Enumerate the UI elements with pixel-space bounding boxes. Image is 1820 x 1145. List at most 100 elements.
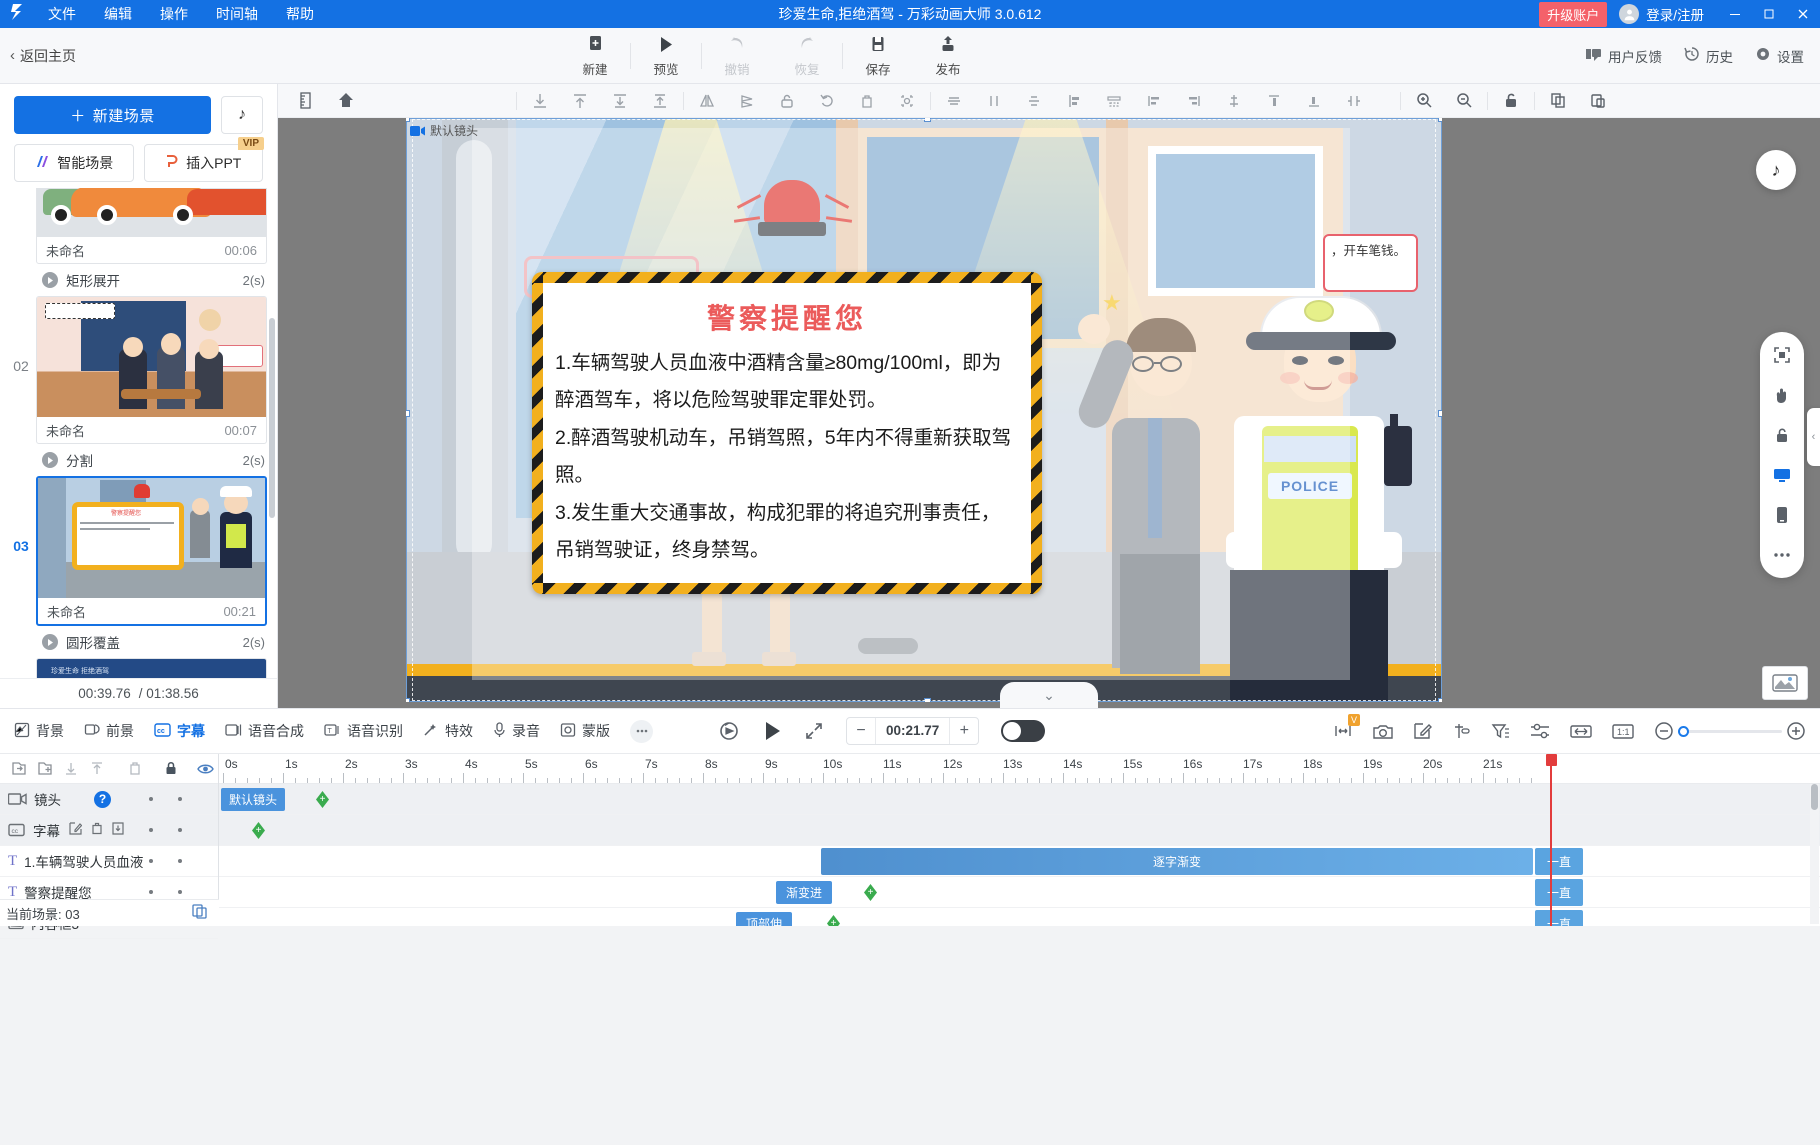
distribute-vertical-icon[interactable] xyxy=(974,86,1014,116)
fullscreen-button[interactable] xyxy=(804,721,824,741)
menu-help[interactable]: 帮助 xyxy=(272,1,328,27)
scene-item[interactable]: 珍爱生命 拒绝酒驾 xyxy=(0,658,277,678)
lock-icon[interactable] xyxy=(158,755,184,783)
scene-card[interactable]: 未命名 00:06 xyxy=(36,188,267,264)
close-button[interactable] xyxy=(1786,0,1820,28)
zoom-in-button[interactable] xyxy=(1786,721,1806,741)
move-up-icon[interactable] xyxy=(84,755,110,783)
clip-top-stretch[interactable]: 顶部伸 xyxy=(736,912,792,926)
flip-horizontal-icon[interactable] xyxy=(687,86,727,116)
delete-icon[interactable] xyxy=(847,86,887,116)
zoom-out-icon[interactable] xyxy=(1444,86,1484,116)
hand-icon[interactable] xyxy=(1769,382,1795,408)
new-button[interactable]: 新建 xyxy=(560,29,630,83)
scene-item[interactable]: 未命名 00:06 xyxy=(0,188,277,264)
import-icon[interactable] xyxy=(6,755,32,783)
time-plus-button[interactable]: + xyxy=(950,718,978,744)
home-icon[interactable] xyxy=(326,86,366,116)
scene-list-scrollbar[interactable] xyxy=(269,318,275,518)
time-minus-button[interactable]: − xyxy=(847,718,875,744)
align-text-right-icon[interactable] xyxy=(1174,86,1214,116)
play-button[interactable] xyxy=(762,720,782,742)
edit-icon[interactable] xyxy=(1413,722,1432,740)
align-middle-icon[interactable] xyxy=(1214,86,1254,116)
menu-operate[interactable]: 操作 xyxy=(146,1,202,27)
unlock-icon[interactable] xyxy=(767,86,807,116)
tool-subtitle[interactable]: cc 字幕 xyxy=(154,721,205,741)
send-to-back-icon[interactable] xyxy=(520,86,560,116)
scrollbar-thumb[interactable] xyxy=(1811,784,1818,810)
align-center-horizontal-icon[interactable] xyxy=(934,86,974,116)
align-bottom-icon[interactable] xyxy=(1294,86,1334,116)
help-icon[interactable]: ? xyxy=(94,790,111,808)
keyframe-marker[interactable] xyxy=(827,915,840,926)
keyframe-marker[interactable] xyxy=(252,822,265,839)
menu-timeline[interactable]: 时间轴 xyxy=(202,1,272,27)
track-row-image[interactable]: 顶部伸 一直 xyxy=(219,908,1820,926)
camera-icon[interactable] xyxy=(1373,723,1393,740)
desktop-icon[interactable] xyxy=(1769,462,1795,488)
playhead[interactable] xyxy=(1546,754,1557,926)
insert-ppt-button[interactable]: VIP 插入PPT xyxy=(143,137,264,182)
fit-screen-icon[interactable] xyxy=(1769,342,1795,368)
scene-item[interactable]: 02 未命名 00:07 xyxy=(0,296,277,444)
track-header-camera[interactable]: 镜头 ? xyxy=(0,784,218,815)
copy-icon[interactable] xyxy=(1538,86,1578,116)
track-header-text-1[interactable]: T 1.车辆驾驶人员血液 xyxy=(0,846,218,877)
add-folder-icon[interactable] xyxy=(32,755,58,783)
scene-card[interactable]: 珍爱生命 拒绝酒驾 xyxy=(36,658,267,678)
transition-row[interactable]: 分割 2(s) xyxy=(0,444,277,476)
eye-icon[interactable] xyxy=(192,755,218,783)
tool-record[interactable]: 录音 xyxy=(493,721,540,741)
send-backward-icon[interactable] xyxy=(600,86,640,116)
replay-button[interactable] xyxy=(718,720,740,742)
zoom-knob[interactable] xyxy=(1678,725,1689,737)
transition-row[interactable]: 圆形覆盖 2(s) xyxy=(0,626,277,658)
timeline-tracks[interactable]: 0s 1s 2s 3s 4s 5s 6s 7s 8s 9s 10s 11s 12… xyxy=(219,754,1820,926)
video-frame[interactable]: ★ POLICE ，开车笔钱。 警察提醒您 1.车辆驾驶人员血液中酒精含量≥80… xyxy=(406,118,1442,702)
scene-list[interactable]: 未命名 00:06 矩形展开 2(s) 02 未命名 00:07 分割 2(s)… xyxy=(0,188,277,678)
scene-item-selected[interactable]: 03 警察提醒您 未命名 00:21 xyxy=(0,476,277,626)
scene-card[interactable]: 警察提醒您 未命名 00:21 xyxy=(36,476,267,626)
keyframe-marker[interactable] xyxy=(316,791,329,808)
track-row-text-1[interactable]: 逐字渐变 一直 xyxy=(219,846,1820,877)
align-left-edge-icon[interactable] xyxy=(1054,86,1094,116)
rotate-icon[interactable] xyxy=(807,86,847,116)
time-ruler[interactable]: 0s 1s 2s 3s 4s 5s 6s 7s 8s 9s 10s 11s 12… xyxy=(219,754,1820,784)
align-top-icon[interactable] xyxy=(1254,86,1294,116)
timeline-vertical-scrollbar[interactable] xyxy=(1810,784,1819,924)
back-home-button[interactable]: ‹ 返回主页 xyxy=(0,46,76,66)
unlock-canvas-icon[interactable] xyxy=(1491,86,1531,116)
track-row-subtitle[interactable] xyxy=(219,815,1820,846)
preview-thumb-button[interactable] xyxy=(1762,666,1808,700)
zoom-slider[interactable] xyxy=(1654,721,1806,741)
ruler-icon[interactable] xyxy=(286,86,326,116)
login-register-button[interactable]: 登录/注册 xyxy=(1619,4,1704,24)
redo-button[interactable]: 恢复 xyxy=(772,29,842,83)
tool-tts[interactable]: 语音合成 xyxy=(225,721,304,741)
tool-mask[interactable]: 蒙版 xyxy=(560,721,610,741)
clip-default-camera[interactable]: 默认镜头 xyxy=(221,788,285,811)
new-scene-button[interactable]: ＋ 新建场景 xyxy=(14,96,211,134)
track-header-subtitle[interactable]: cc 字幕 xyxy=(0,815,218,846)
preview-button[interactable]: 预览 xyxy=(631,29,701,83)
export-icon[interactable] xyxy=(112,822,125,838)
distribute-h-icon[interactable] xyxy=(1094,86,1134,116)
undo-button[interactable]: 撤销 xyxy=(702,29,772,83)
move-down-icon[interactable] xyxy=(58,755,84,783)
bring-forward-icon[interactable] xyxy=(640,86,680,116)
adjust-icon[interactable] xyxy=(1530,722,1550,740)
tool-foreground[interactable]: 前景 xyxy=(84,721,134,741)
more-icon[interactable] xyxy=(1769,542,1795,568)
history-button[interactable]: 历史 xyxy=(1684,46,1733,66)
menu-file[interactable]: 文件 xyxy=(34,1,90,27)
tool-asr[interactable]: T 语音识别 xyxy=(324,721,403,741)
tool-effects[interactable]: 特效 xyxy=(423,721,473,741)
zoom-in-icon[interactable] xyxy=(1404,86,1444,116)
crop-icon[interactable] xyxy=(887,86,927,116)
edit-icon[interactable] xyxy=(69,822,83,838)
smart-scene-button[interactable]: 智能场景 xyxy=(14,144,134,182)
duplicate-icon[interactable] xyxy=(192,904,207,922)
clip-tail[interactable]: 一直 xyxy=(1535,910,1583,926)
loop-toggle[interactable] xyxy=(1001,720,1046,742)
